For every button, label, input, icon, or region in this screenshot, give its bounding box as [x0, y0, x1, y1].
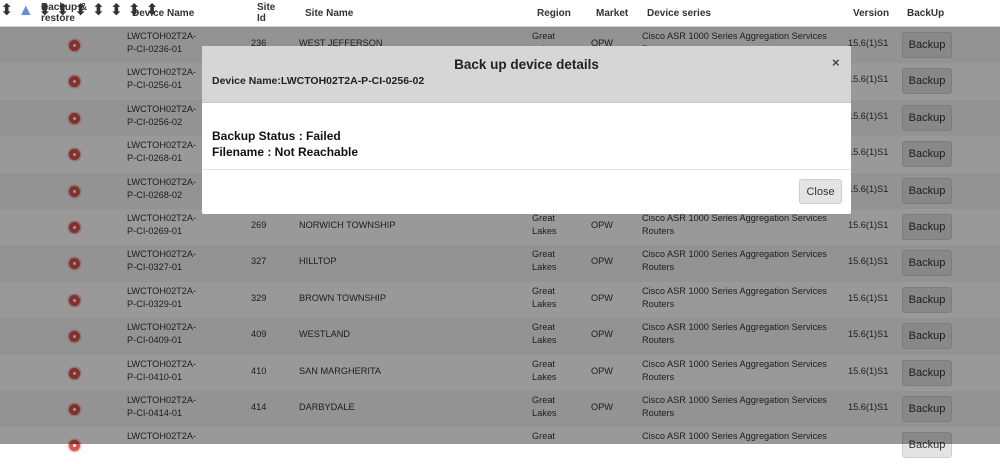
header-site-id-label: Site Id — [257, 2, 276, 24]
header-backup-label: BackUp — [907, 7, 945, 19]
modal-device-name: Device Name:LWCTOH02T2A-P-CI-0256-02 — [212, 75, 425, 87]
header-backup-restore-label: Backup & restore — [41, 2, 88, 24]
sort-icon[interactable]: ⬍ — [0, 2, 13, 19]
sort-asc-icon[interactable]: ▲ — [18, 2, 34, 19]
header-site-id[interactable]: Site Id — [257, 0, 279, 26]
modal-header: Back up device details × Device Name:LWC… — [202, 46, 851, 103]
header-region[interactable]: Region — [537, 0, 571, 26]
header-device-series-label: Device series — [647, 7, 711, 19]
backup-details-modal: Back up device details × Device Name:LWC… — [202, 46, 851, 214]
modal-title: Back up device details — [454, 57, 599, 72]
backup-status: Backup Status : Failed — [212, 129, 341, 143]
sort-icon[interactable]: ⬍ — [110, 2, 123, 19]
header-version[interactable]: Version — [853, 0, 889, 26]
header-backup-restore[interactable]: Backup & restore — [41, 0, 96, 26]
header-backup[interactable]: BackUp — [907, 0, 944, 26]
table-header: Backup & restore ⬍ Device Name ▲ Site Id… — [0, 0, 1000, 27]
header-market[interactable]: Market — [596, 0, 628, 26]
close-button[interactable]: Close — [799, 179, 842, 204]
backup-filename: Filename : Not Reachable — [212, 145, 359, 159]
header-site-name[interactable]: Site Name — [305, 0, 353, 26]
close-icon[interactable]: × — [832, 55, 840, 70]
header-device-name-label: Device Name — [132, 7, 195, 19]
header-region-label: Region — [537, 7, 571, 19]
modal-body: Backup Status : Failed Filename : Not Re… — [202, 103, 851, 170]
header-version-label: Version — [853, 7, 890, 19]
header-market-label: Market — [596, 7, 629, 19]
header-site-name-label: Site Name — [305, 7, 354, 19]
header-device-name[interactable]: Device Name — [132, 0, 194, 26]
header-device-series[interactable]: Device series — [647, 0, 711, 26]
